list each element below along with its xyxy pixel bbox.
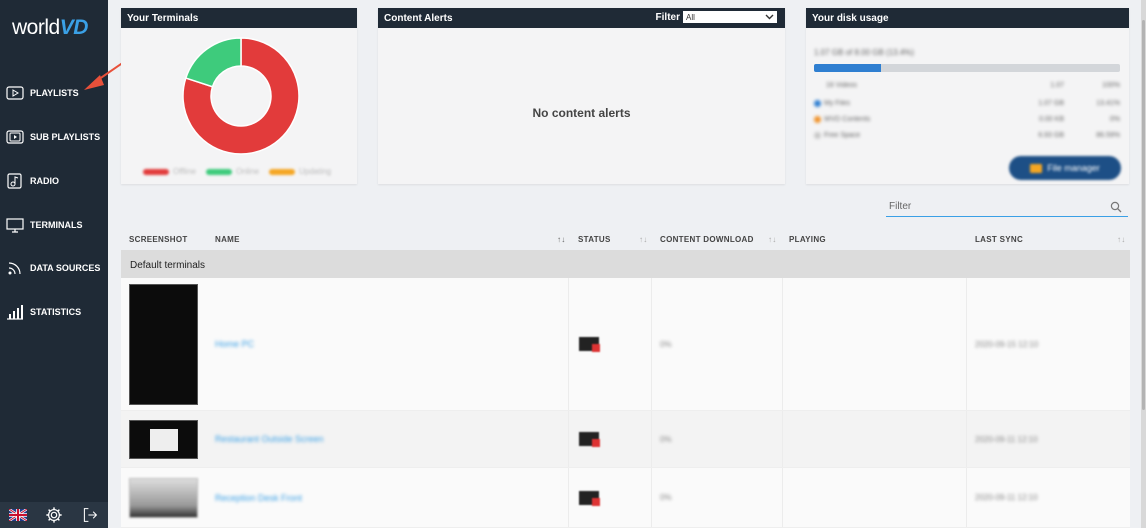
status-offline-icon xyxy=(579,490,600,506)
table-row[interactable]: Restaurant Outside Screen 0% 2020-09-11 … xyxy=(121,411,1130,468)
rss-icon xyxy=(6,260,24,276)
sidebar-item-playlists[interactable]: PLAYLISTS xyxy=(0,78,108,108)
search-icon xyxy=(1110,201,1122,212)
disk-summary: 1.07 GB of 8.00 GB (13.4%) xyxy=(814,48,915,57)
empty-alerts-message: No content alerts xyxy=(532,106,631,120)
filter-selected-value: All xyxy=(686,12,695,22)
download-progress: 0% xyxy=(660,339,672,349)
terminals-card: Your Terminals Offline Online Updating xyxy=(121,8,357,184)
subplaylist-icon xyxy=(6,129,24,145)
terminal-name-link[interactable]: Restaurant Outside Screen xyxy=(215,434,324,444)
chart-icon xyxy=(6,304,24,320)
uk-flag-icon[interactable] xyxy=(8,506,28,524)
card-title: Content Alerts xyxy=(384,13,453,24)
last-sync-value: 2020-09-11 12:10 xyxy=(975,434,1038,444)
group-row-default[interactable]: Default terminals xyxy=(121,250,1130,278)
sort-icon[interactable]: ↑↓ xyxy=(1117,235,1126,244)
alerts-filter: Filter All xyxy=(656,11,777,23)
status-offline-icon xyxy=(579,432,600,447)
table-row[interactable]: Reception Desk Front 0% 2020-09-11 12:10 xyxy=(121,468,1130,528)
play-icon xyxy=(6,85,24,101)
sort-asc-icon[interactable]: ↑↓ xyxy=(557,235,566,244)
disk-row-my-files: My Files 1.07 GB 13.41% xyxy=(814,100,1120,107)
column-content-download[interactable]: CONTENT DOWNLOAD xyxy=(660,235,754,244)
page-scrollbar[interactable] xyxy=(1141,0,1146,528)
scrollbar-thumb[interactable] xyxy=(1142,20,1145,410)
column-name[interactable]: NAME xyxy=(215,235,240,244)
chevron-down-icon xyxy=(765,14,774,20)
legend-item: Offline xyxy=(143,167,196,176)
sidebar-item-data-sources[interactable]: DATA SOURCES xyxy=(0,253,108,283)
last-sync-value: 2020-09-15 12:10 xyxy=(975,339,1039,349)
disk-row-wvd-contents: WVD Contents 0.00 KB 0% xyxy=(814,116,1120,123)
radio-icon xyxy=(6,173,24,189)
folder-icon xyxy=(1030,163,1043,173)
content-alerts-card: Content Alerts Filter All No content ale… xyxy=(378,8,785,184)
terminal-screenshot[interactable] xyxy=(129,419,198,459)
sidebar-item-terminals[interactable]: TERMINALS xyxy=(0,210,108,240)
monitor-icon xyxy=(6,217,24,233)
terminal-name-link[interactable]: Home PC xyxy=(215,339,254,349)
disk-usage-fill xyxy=(814,64,882,72)
column-playing[interactable]: PLAYING xyxy=(789,235,826,244)
column-screenshot[interactable]: SCREENSHOT xyxy=(129,235,188,244)
file-manager-label: File manager xyxy=(1047,163,1100,173)
card-title: Your disk usage xyxy=(806,8,1129,28)
legend-item: Updating xyxy=(269,167,331,176)
sidebar-item-radio[interactable]: RADIO xyxy=(0,166,108,196)
card-header: Content Alerts Filter All xyxy=(378,8,785,28)
sidebar-footer xyxy=(0,502,108,528)
sidebar-item-label: STATISTICS xyxy=(30,307,82,317)
sidebar-item-label: PLAYLISTS xyxy=(30,88,79,98)
disk-header-row: 16 Videos 1.07 100% xyxy=(826,82,1120,89)
terminals-donut-chart xyxy=(182,37,300,155)
sort-icon[interactable]: ↑↓ xyxy=(639,235,648,244)
disk-usage-card: Your disk usage 1.07 GB of 8.00 GB (13.4… xyxy=(806,8,1129,184)
gear-icon[interactable] xyxy=(44,506,64,524)
column-status[interactable]: STATUS xyxy=(578,235,611,244)
table-filter-input[interactable]: Filter xyxy=(886,197,1128,217)
sidebar-item-label: RADIO xyxy=(30,176,59,186)
download-progress: 0% xyxy=(660,493,672,502)
disk-row-free-space: Free Space 6.93 GB 86.59% xyxy=(814,132,1120,139)
terminals-table: SCREENSHOT NAME ↑↓ STATUS ↑↓ CONTENT DOW… xyxy=(121,228,1130,528)
sidebar: worldVD PLAYLISTS SUB PLAYLISTS RADIO TE… xyxy=(0,0,108,528)
disk-usage-bar xyxy=(814,64,1120,72)
last-sync-value: 2020-09-11 12:10 xyxy=(975,493,1038,502)
worldvd-logo[interactable]: worldVD xyxy=(12,16,88,40)
legend-item: Online xyxy=(205,167,259,176)
terminal-screenshot[interactable] xyxy=(129,477,198,518)
sidebar-item-label: DATA SOURCES xyxy=(30,263,101,273)
sidebar-item-label: SUB PLAYLISTS xyxy=(30,132,101,142)
logout-icon[interactable] xyxy=(80,506,100,524)
sort-icon[interactable]: ↑↓ xyxy=(768,235,777,244)
donut-slice-online[interactable] xyxy=(184,37,242,88)
terminal-name-link[interactable]: Reception Desk Front xyxy=(215,493,302,503)
sidebar-item-sub-playlists[interactable]: SUB PLAYLISTS xyxy=(0,122,108,152)
column-last-sync[interactable]: LAST SYNC xyxy=(975,235,1023,244)
table-row[interactable]: Home PC 0% 2020-09-15 12:10 xyxy=(121,278,1130,411)
chart-legend: Offline Online Updating xyxy=(143,167,331,176)
card-title: Your Terminals xyxy=(121,8,357,28)
file-manager-button[interactable]: File manager xyxy=(1009,156,1121,180)
sidebar-item-statistics[interactable]: STATISTICS xyxy=(0,297,108,327)
filter-label: Filter xyxy=(655,11,680,23)
terminal-screenshot[interactable] xyxy=(129,283,198,405)
sidebar-item-label: TERMINALS xyxy=(30,220,83,230)
status-offline-icon xyxy=(579,337,600,352)
filter-placeholder: Filter xyxy=(889,201,912,212)
alerts-filter-select[interactable]: All xyxy=(683,11,777,23)
download-progress: 0% xyxy=(660,434,672,444)
table-header: SCREENSHOT NAME ↑↓ STATUS ↑↓ CONTENT DOW… xyxy=(121,228,1130,250)
